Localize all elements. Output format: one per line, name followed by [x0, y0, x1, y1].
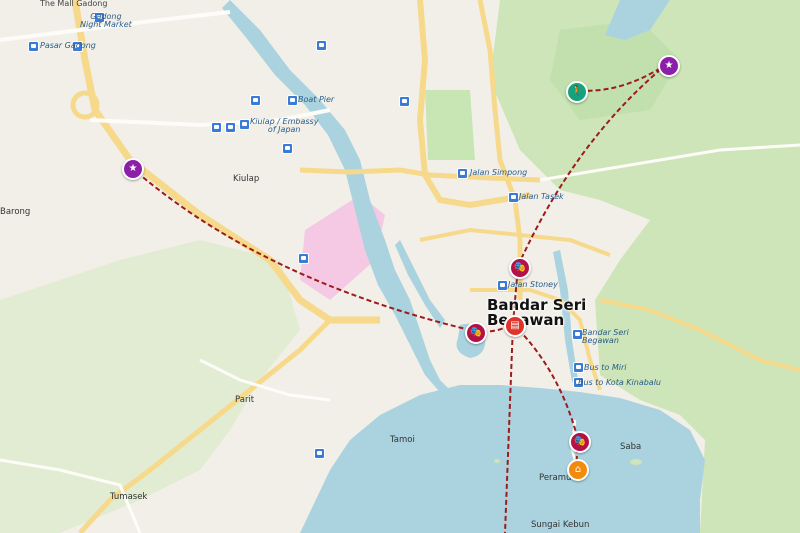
- label-peramu: Peramu: [539, 473, 572, 483]
- theater-south-marker[interactable]: 🎭: [569, 431, 591, 453]
- road-city-ring: [419, 227, 611, 257]
- park-area: [425, 90, 475, 160]
- label-sungai-kebun: Sungai Kebun: [531, 520, 590, 530]
- bus-stop-icon[interactable]: [508, 192, 519, 203]
- label-bandar-seri-begawan: Bandar Seri Begawan: [487, 298, 586, 328]
- bus-stop-icon[interactable]: [497, 280, 508, 291]
- home-icon: ⌂: [574, 464, 582, 475]
- label-boat-pier: Boat Pier: [298, 95, 335, 104]
- star-icon: ★: [664, 60, 674, 71]
- label-kiulap-embassy-line2: of Japan: [267, 125, 301, 134]
- map-base-layer: [0, 0, 800, 533]
- label-kiulap-embassy: Kiulap / Embassy of Japan: [250, 118, 318, 134]
- bus-stop-icon[interactable]: [282, 143, 293, 154]
- bus-stop-icon[interactable]: [573, 362, 584, 373]
- attraction-star-kiulap[interactable]: ★: [122, 158, 144, 180]
- label-saba: Saba: [620, 442, 642, 452]
- label-gadong-night-market-line2: Night Market: [80, 20, 132, 29]
- bus-stop-icon[interactable]: [457, 168, 468, 179]
- label-barong: Barong: [0, 207, 31, 217]
- bus-stop-icon[interactable]: [316, 40, 327, 51]
- theater-west-marker[interactable]: 🎭: [465, 322, 487, 344]
- bus-stop-icon[interactable]: [250, 95, 261, 106]
- star-icon: ★: [128, 163, 138, 174]
- bus-stop-icon[interactable]: [399, 96, 410, 107]
- bus-stop-icon[interactable]: [298, 253, 309, 264]
- label-jalan-stoney: Jalan Stoney: [508, 280, 558, 289]
- theater-masks-icon: 🎭: [469, 327, 483, 338]
- bus-stop-icon[interactable]: [287, 95, 298, 106]
- label-parit: Parit: [235, 395, 255, 405]
- label-bus-to-kota-kinabalu: Bus to Kota Kinabalu: [578, 378, 661, 387]
- label-gadong-night-market: Gadong Night Market: [80, 13, 132, 29]
- label-bus-to-miri: Bus to Miri: [584, 363, 627, 372]
- bus-stop-icon[interactable]: [211, 122, 222, 133]
- island-small: [494, 459, 500, 463]
- theater-masks-icon: 🎭: [573, 436, 587, 447]
- home-peramu-marker[interactable]: ⌂: [567, 459, 589, 481]
- island-saba: [630, 459, 642, 465]
- attraction-star-northeast[interactable]: ★: [658, 55, 680, 77]
- bus-stop-icon[interactable]: [28, 41, 39, 52]
- label-jalan-tasek: Jalan Tasek: [519, 192, 564, 201]
- label-the-mall-gadong: The Mall Gadong: [40, 0, 108, 8]
- label-pasar-gadong: Pasar Gadong: [40, 41, 96, 50]
- label-tumasek: Tumasek: [110, 492, 148, 502]
- label-tamoi: Tamoi: [390, 435, 415, 445]
- label-bsb-bus-stop: Bandar Seri Begawan: [582, 329, 629, 345]
- label-jalan-simpong: Jalan Simpong: [470, 168, 528, 177]
- bus-stop-icon[interactable]: [225, 122, 236, 133]
- bus-stop-icon[interactable]: [314, 448, 325, 459]
- hiking-trail-marker[interactable]: 🚶: [566, 81, 588, 103]
- bus-stop-icon[interactable]: [239, 119, 250, 130]
- hiker-icon: 🚶: [570, 86, 584, 97]
- sea-bay: [300, 385, 705, 533]
- label-bsb-stop-line2: Begawan: [582, 336, 619, 345]
- building-icon: ▤: [510, 320, 520, 331]
- theater-masks-icon: 🎭: [513, 262, 527, 273]
- city-center-building-marker[interactable]: ▤: [504, 315, 526, 337]
- label-kiulap: Kiulap: [233, 174, 260, 184]
- theater-north-marker[interactable]: 🎭: [509, 257, 531, 279]
- map-canvas[interactable]: The Mall Gadong Gadong Night Market Pasa…: [0, 0, 800, 533]
